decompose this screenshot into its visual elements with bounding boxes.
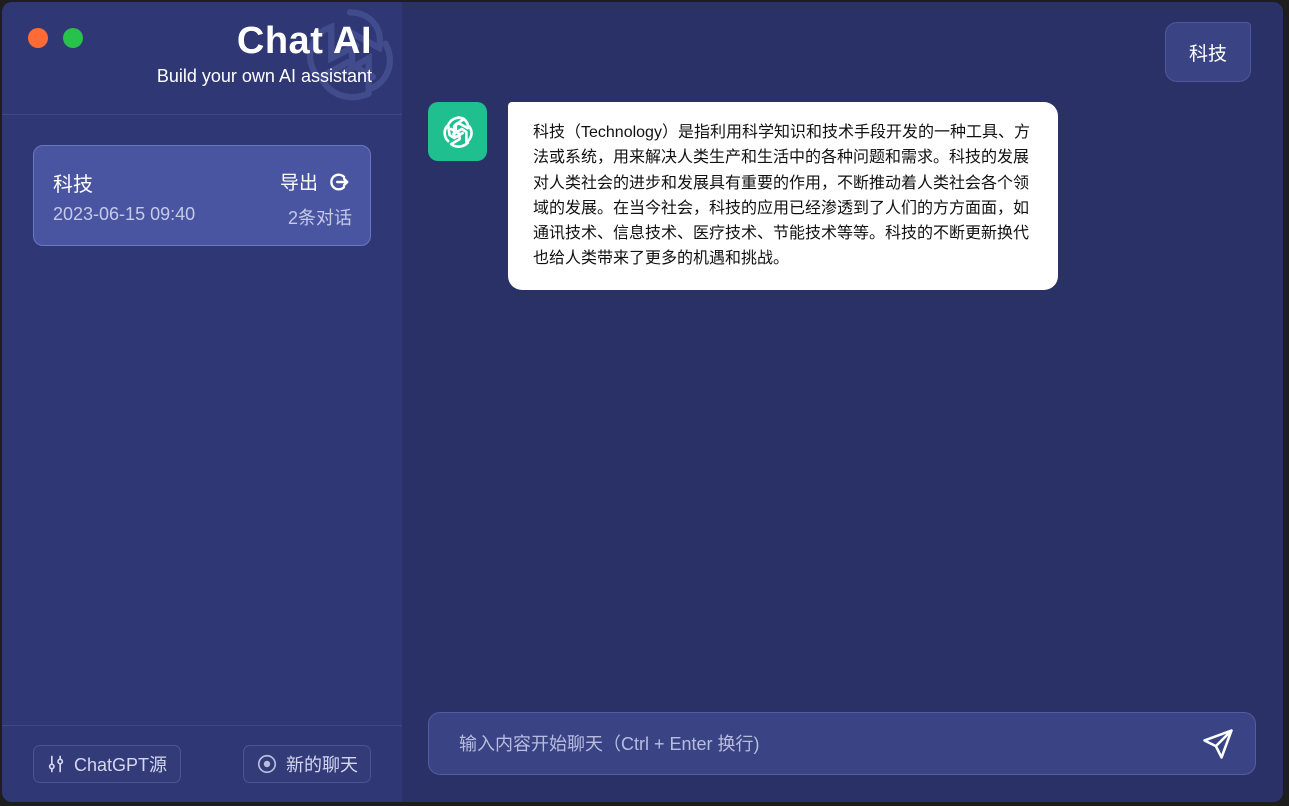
new-chat-label: 新的聊天 bbox=[286, 755, 358, 775]
sidebar: Chat AI Build your own AI assistant 科技 导… bbox=[2, 2, 402, 802]
app-subtitle: Build your own AI assistant bbox=[156, 66, 372, 86]
window-close-button[interactable] bbox=[28, 28, 48, 48]
chatgpt-source-button[interactable]: ChatGPT源 bbox=[33, 745, 181, 783]
sidebar-bottom-divider bbox=[2, 725, 402, 726]
chat-input[interactable] bbox=[457, 713, 1191, 776]
user-message-topic: 科技 bbox=[1165, 22, 1251, 82]
chat-input-bar bbox=[428, 712, 1256, 776]
assistant-message: 科技（Technology）是指利用科学知识和技术手段开发的一种工具、方法或系统… bbox=[508, 102, 1058, 290]
conversation-item[interactable]: 科技 导出 2023-06-15 09:40 2条对话 bbox=[33, 145, 371, 246]
conversation-date: 2023-06-15 09:40 bbox=[53, 204, 196, 224]
app-window: Chat AI Build your own AI assistant 科技 导… bbox=[2, 2, 1283, 802]
openai-icon bbox=[442, 115, 473, 148]
conversation-count: 2条对话 bbox=[287, 208, 352, 228]
export-label: 导出 bbox=[279, 173, 318, 194]
plus-circle-icon bbox=[257, 754, 277, 774]
send-icon[interactable] bbox=[1201, 727, 1235, 761]
new-chat-button[interactable]: 新的聊天 bbox=[243, 745, 371, 783]
chatgpt-source-label: ChatGPT源 bbox=[74, 755, 168, 775]
assistant-avatar bbox=[428, 102, 487, 161]
sidebar-divider bbox=[2, 114, 402, 115]
app-title: Chat AI bbox=[236, 20, 372, 62]
export-icon bbox=[330, 173, 349, 190]
window-maximize-button[interactable] bbox=[63, 28, 83, 48]
chat-panel: 科技 科技（Technology）是指利用科学知识和技术手段开发的一种工具、方法… bbox=[402, 2, 1283, 802]
export-button[interactable]: 导出 bbox=[280, 168, 350, 195]
sliders-icon bbox=[48, 755, 64, 773]
conversation-title: 科技 bbox=[53, 174, 93, 196]
